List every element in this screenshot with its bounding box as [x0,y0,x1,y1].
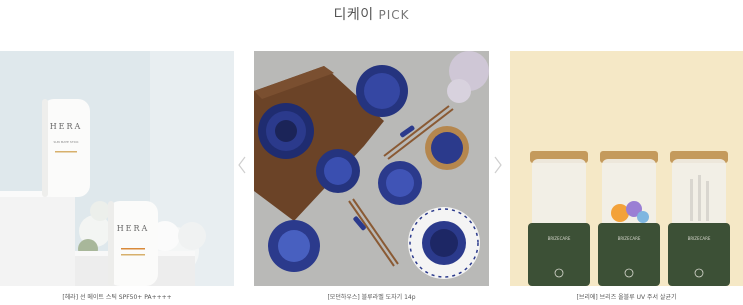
product-image-hera[interactable]: HERA SUN MATE STICK HERA [0,51,234,286]
section-title-pick: PICK [378,8,410,22]
product-card-sterilizer[interactable]: BRIZECARE BRIZECARE BRIZECARE [브리에] 브리즈 … [510,51,743,305]
carousel-next-button[interactable] [492,154,504,176]
product-caption-hera[interactable]: [헤라] 선 메이트 스틱 SPF50+ PA++++ [0,292,234,304]
carousel-prev-button[interactable] [236,154,248,176]
section-title-korean: 디케이 [333,7,374,23]
chevron-right-icon [494,156,502,174]
product-caption-sterilizer[interactable]: [브리에] 브리즈 올블루 UV 주서 살균기 [510,292,743,304]
product-image-ceramics[interactable] [254,51,489,286]
hera-product-text: SUN MATE STICK [53,140,79,144]
product-card-ceramics[interactable]: [모던하우스] 블루라벨 도자기 14p [254,51,489,305]
product-carousel: HERA SUN MATE STICK HERA [헤라] 선 메이트 스틱 S… [0,51,743,305]
product-caption-ceramics[interactable]: [모던하우스] 블루라벨 도자기 14p [254,292,489,304]
hera-brand-text: HERA [50,122,83,131]
chevron-left-icon [238,156,246,174]
svg-text:BRIZECARE: BRIZECARE [688,236,711,241]
svg-text:BRIZECARE: BRIZECARE [618,236,641,241]
section-title: 디케이 PICK [0,4,743,24]
svg-text:HERA: HERA [117,224,150,233]
product-image-sterilizer[interactable]: BRIZECARE BRIZECARE BRIZECARE [510,51,743,286]
sterilizer-brand-text: BRIZECARE [548,236,571,241]
product-card-hera[interactable]: HERA SUN MATE STICK HERA [헤라] 선 메이트 스틱 S… [0,51,234,305]
